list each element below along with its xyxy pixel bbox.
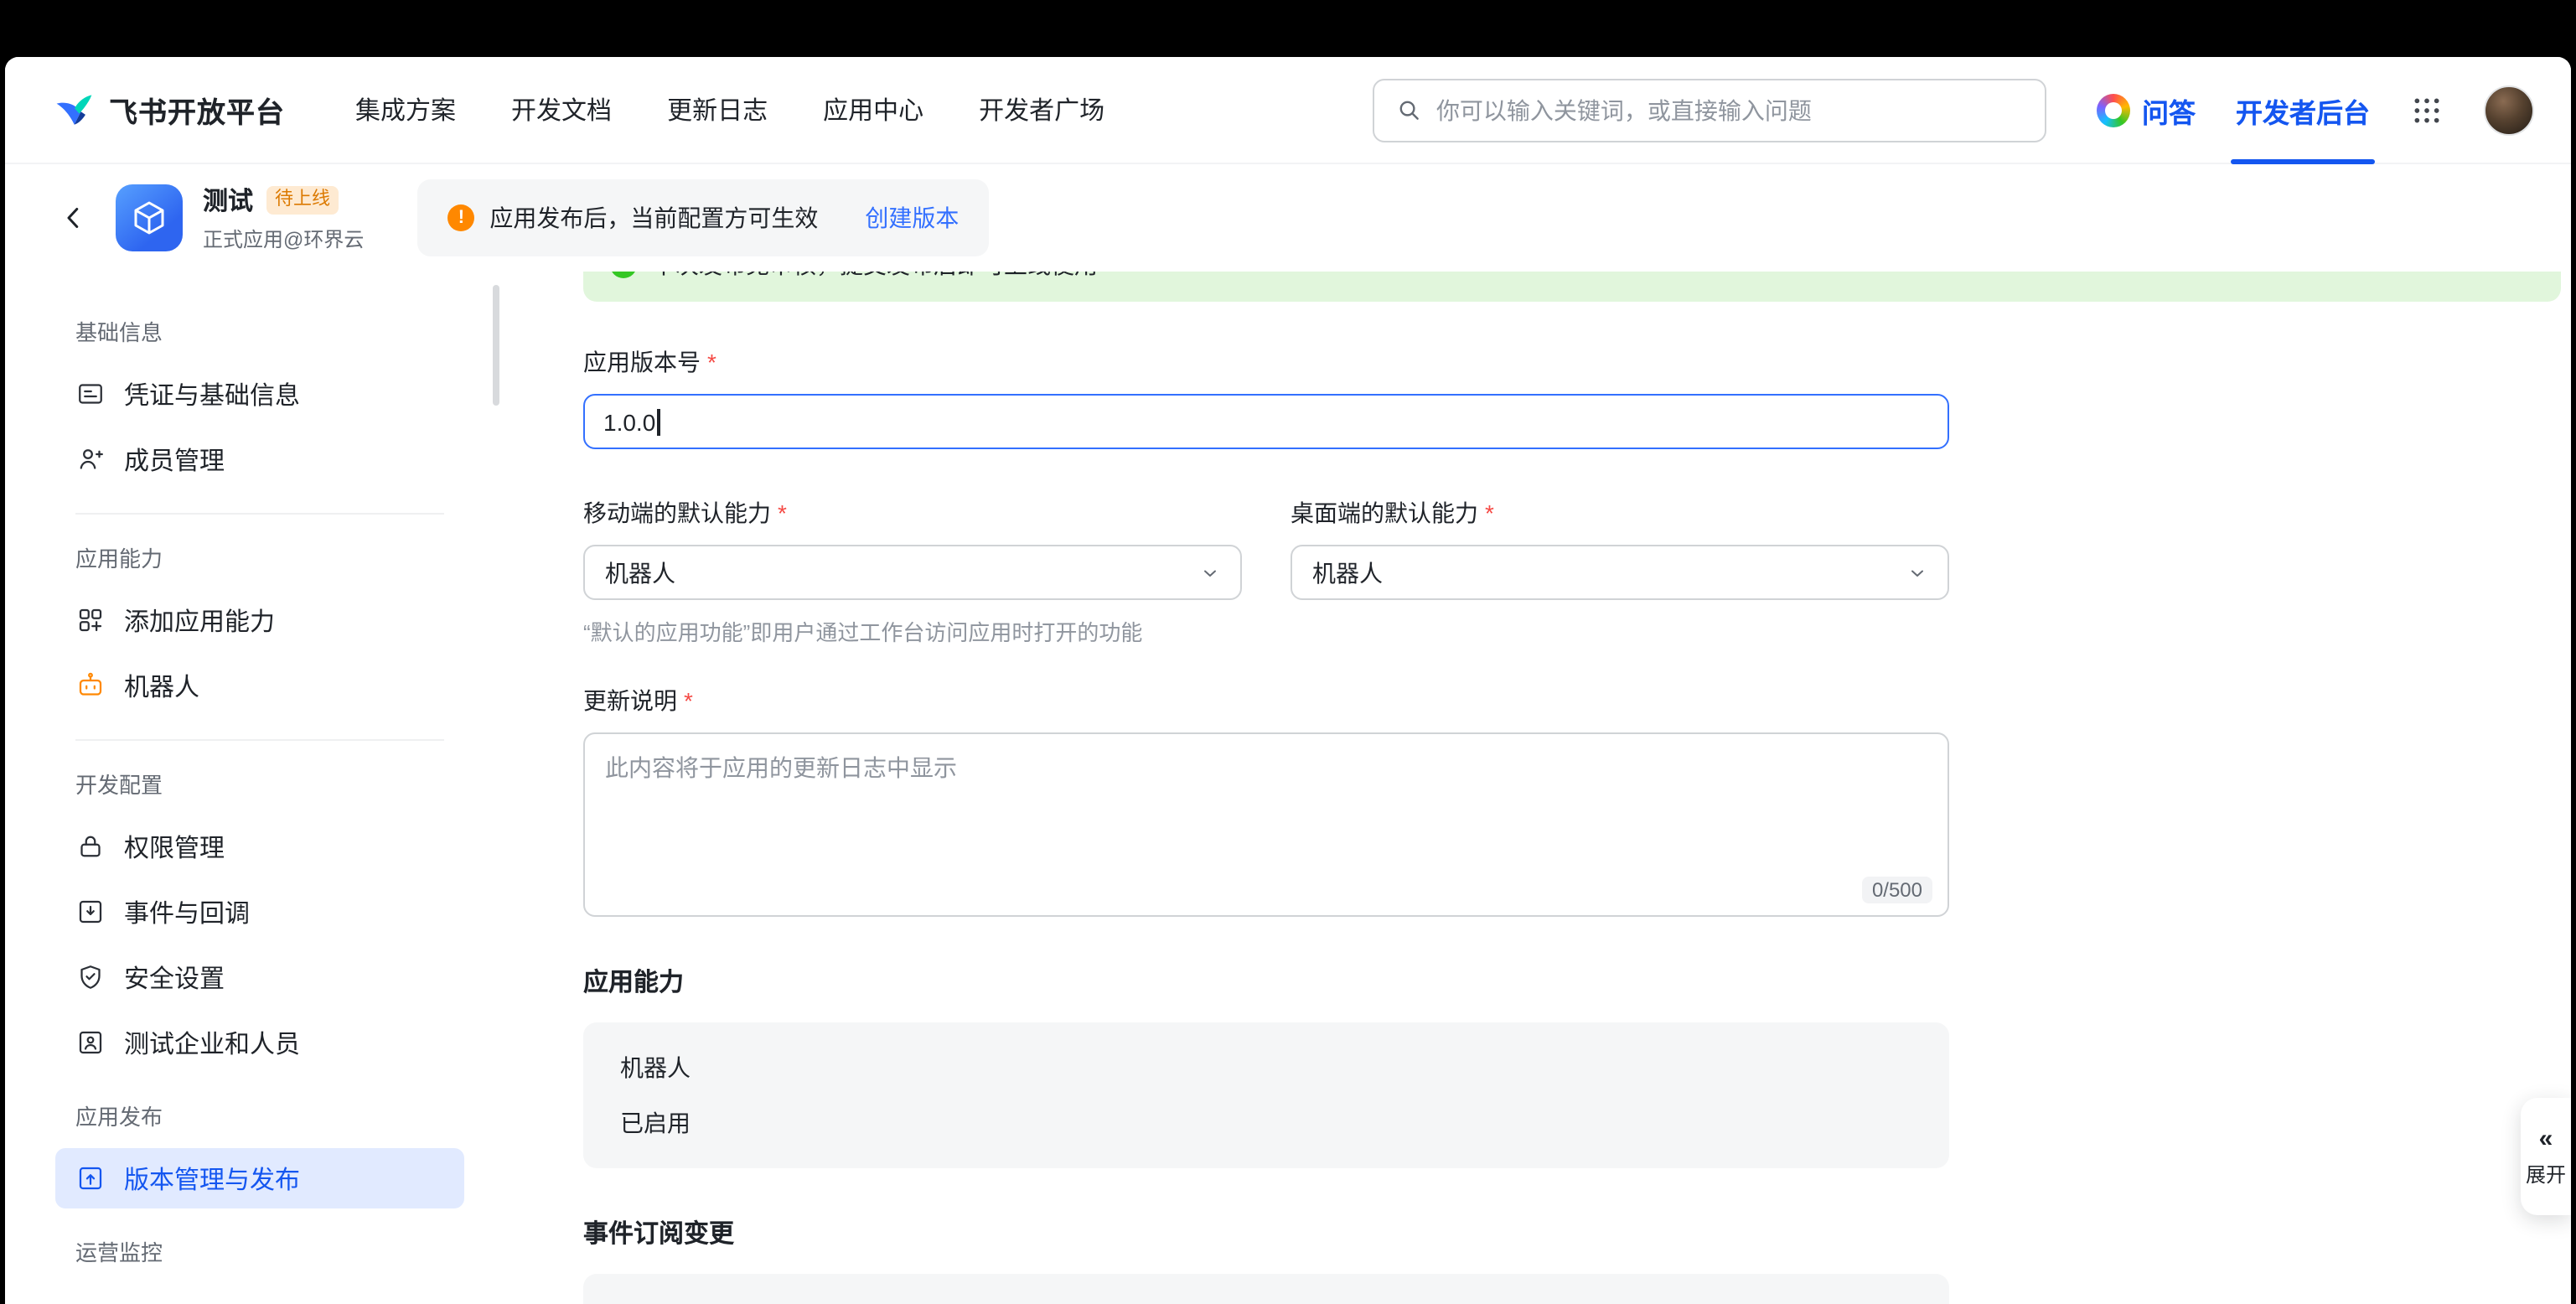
sidebar-item-bot[interactable]: 机器人 <box>55 655 464 716</box>
expand-panel-button[interactable]: « 展开 <box>2521 1098 2571 1215</box>
id-card-icon <box>75 379 106 409</box>
app-name: 测试 <box>203 183 253 218</box>
robot-icon <box>75 670 106 701</box>
required-mark: * <box>1485 499 1494 526</box>
event-subscription-card <box>583 1274 1949 1304</box>
alert-text: 应用发布后，当前配置方可生效 <box>489 201 818 235</box>
search-icon <box>1394 96 1423 124</box>
feishu-logo-icon <box>52 88 96 132</box>
success-check-icon <box>610 272 637 278</box>
page-body: 基础信息 凭证与基础信息 成员管理 <box>5 272 2571 1304</box>
test-org-icon <box>75 1027 106 1058</box>
mobile-capability-label: 移动端的默认能力* <box>583 496 1242 530</box>
members-icon <box>75 444 106 474</box>
warning-icon: ! <box>447 204 474 231</box>
sidebar-item-permissions[interactable]: 权限管理 <box>55 816 464 877</box>
version-label: 应用版本号* <box>583 345 2571 379</box>
app-meta: 测试 待上线 正式应用@环界云 <box>203 183 364 253</box>
platform-title: 飞书开放平台 <box>109 89 285 131</box>
sidebar-section-capability: 应用能力 <box>75 541 444 573</box>
nav-app-center[interactable]: 应用中心 <box>823 92 923 127</box>
chevron-down-icon <box>1907 562 1927 582</box>
security-icon <box>75 962 106 992</box>
add-capability-icon <box>75 605 106 635</box>
browser-page: 飞书开放平台 集成方案 开发文档 更新日志 应用中心 开发者广场 <box>5 57 2571 1304</box>
text-caret <box>657 408 660 435</box>
qa-icon <box>2097 93 2130 127</box>
success-banner-text: 本次发布免审核，提交发布后即可上线使用 <box>652 272 1098 282</box>
global-search[interactable] <box>1373 78 2046 142</box>
search-input[interactable] <box>1436 96 2025 123</box>
back-button[interactable] <box>52 196 96 240</box>
top-header: 飞书开放平台 集成方案 开发文档 更新日志 应用中心 开发者广场 <box>5 57 2571 164</box>
nav-docs[interactable]: 开发文档 <box>511 92 612 127</box>
sidebar-divider <box>75 513 444 515</box>
capability-name: 机器人 <box>620 1051 1912 1084</box>
nav-changelog[interactable]: 更新日志 <box>667 92 768 127</box>
release-icon <box>75 1163 106 1193</box>
sidebar-section-monitoring: 运营监控 <box>75 1235 444 1267</box>
header-right-cluster: 问答 开发者后台 <box>2097 85 2534 135</box>
publish-alert-banner: ! 应用发布后，当前配置方可生效 创建版本 <box>417 179 989 256</box>
required-mark: * <box>778 499 787 526</box>
capability-row: 移动端的默认能力* 机器人 桌面端的默认能力* <box>583 449 2571 600</box>
sidebar-item-events[interactable]: 事件与回调 <box>55 882 464 942</box>
sidebar-section-dev-config: 开发配置 <box>75 768 444 799</box>
tab-developer-console[interactable]: 开发者后台 <box>2236 90 2370 130</box>
desktop-capability-label: 桌面端的默认能力* <box>1291 496 1949 530</box>
qa-button[interactable]: 问答 <box>2097 90 2196 130</box>
app-capability-card: 机器人 已启用 <box>583 1022 1949 1168</box>
app-subtitle: 正式应用@环界云 <box>203 225 364 253</box>
sidebar-scrollbar[interactable] <box>493 285 499 406</box>
feishu-logo[interactable]: 飞书开放平台 <box>52 88 285 132</box>
app-icon <box>116 184 183 251</box>
sidebar-divider <box>75 739 444 741</box>
user-avatar[interactable] <box>2484 85 2534 135</box>
required-mark: * <box>707 349 716 375</box>
capability-status: 已启用 <box>620 1106 1912 1140</box>
app-bar: 测试 待上线 正式应用@环界云 ! 应用发布后，当前配置方可生效 创建版本 <box>5 164 2571 272</box>
desktop-capability-field: 桌面端的默认能力* 机器人 <box>1291 449 1949 600</box>
app-capability-title: 应用能力 <box>583 964 2571 999</box>
sidebar-item-add-capability[interactable]: 添加应用能力 <box>55 590 464 650</box>
sidebar: 基础信息 凭证与基础信息 成员管理 <box>5 272 508 1304</box>
update-notes-textarea[interactable] <box>585 734 1948 915</box>
permissions-icon <box>75 831 106 862</box>
mobile-capability-field: 移动端的默认能力* 机器人 <box>583 449 1242 600</box>
sidebar-item-version-release[interactable]: 版本管理与发布 <box>55 1148 464 1208</box>
success-banner: 本次发布免审核，提交发布后即可上线使用 <box>583 272 2561 302</box>
events-icon <box>75 897 106 927</box>
required-mark: * <box>684 687 693 714</box>
sidebar-item-test-org[interactable]: 测试企业和人员 <box>55 1012 464 1073</box>
sidebar-section-release: 应用发布 <box>75 1100 444 1131</box>
desktop-capability-select[interactable]: 机器人 <box>1291 545 1949 600</box>
char-counter: 0/500 <box>1862 877 1932 903</box>
nav-integration[interactable]: 集成方案 <box>355 92 456 127</box>
capability-hint: “默认的应用功能”即用户通过工作台访问应用时打开的功能 <box>583 615 2571 647</box>
mobile-capability-select[interactable]: 机器人 <box>583 545 1242 600</box>
update-notes-label: 更新说明* <box>583 684 2571 717</box>
sidebar-item-credentials[interactable]: 凭证与基础信息 <box>55 364 464 424</box>
apps-grid-icon[interactable] <box>2410 93 2444 127</box>
screen: 飞书开放平台 集成方案 开发文档 更新日志 应用中心 开发者广场 <box>0 0 2576 1304</box>
sidebar-item-security[interactable]: 安全设置 <box>55 947 464 1007</box>
update-notes-field: 0/500 <box>583 732 1949 917</box>
sidebar-section-basic: 基础信息 <box>75 315 444 347</box>
expand-label: 展开 <box>2526 1159 2566 1188</box>
version-input[interactable]: 1.0.0 <box>583 394 1949 449</box>
main-content: 本次发布免审核，提交发布后即可上线使用 应用版本号* 1.0.0 移动端的默认能… <box>508 272 2571 1304</box>
top-nav: 集成方案 开发文档 更新日志 应用中心 开发者广场 <box>355 92 1104 127</box>
collapse-double-chevron-icon: « <box>2539 1125 2553 1151</box>
chevron-down-icon <box>1200 562 1220 582</box>
status-badge: 待上线 <box>266 187 339 214</box>
sidebar-item-members[interactable]: 成员管理 <box>55 429 464 489</box>
event-subscription-title: 事件订阅变更 <box>583 1215 2571 1250</box>
create-version-link[interactable]: 创建版本 <box>865 201 959 235</box>
nav-dev-market[interactable]: 开发者广场 <box>979 92 1104 127</box>
